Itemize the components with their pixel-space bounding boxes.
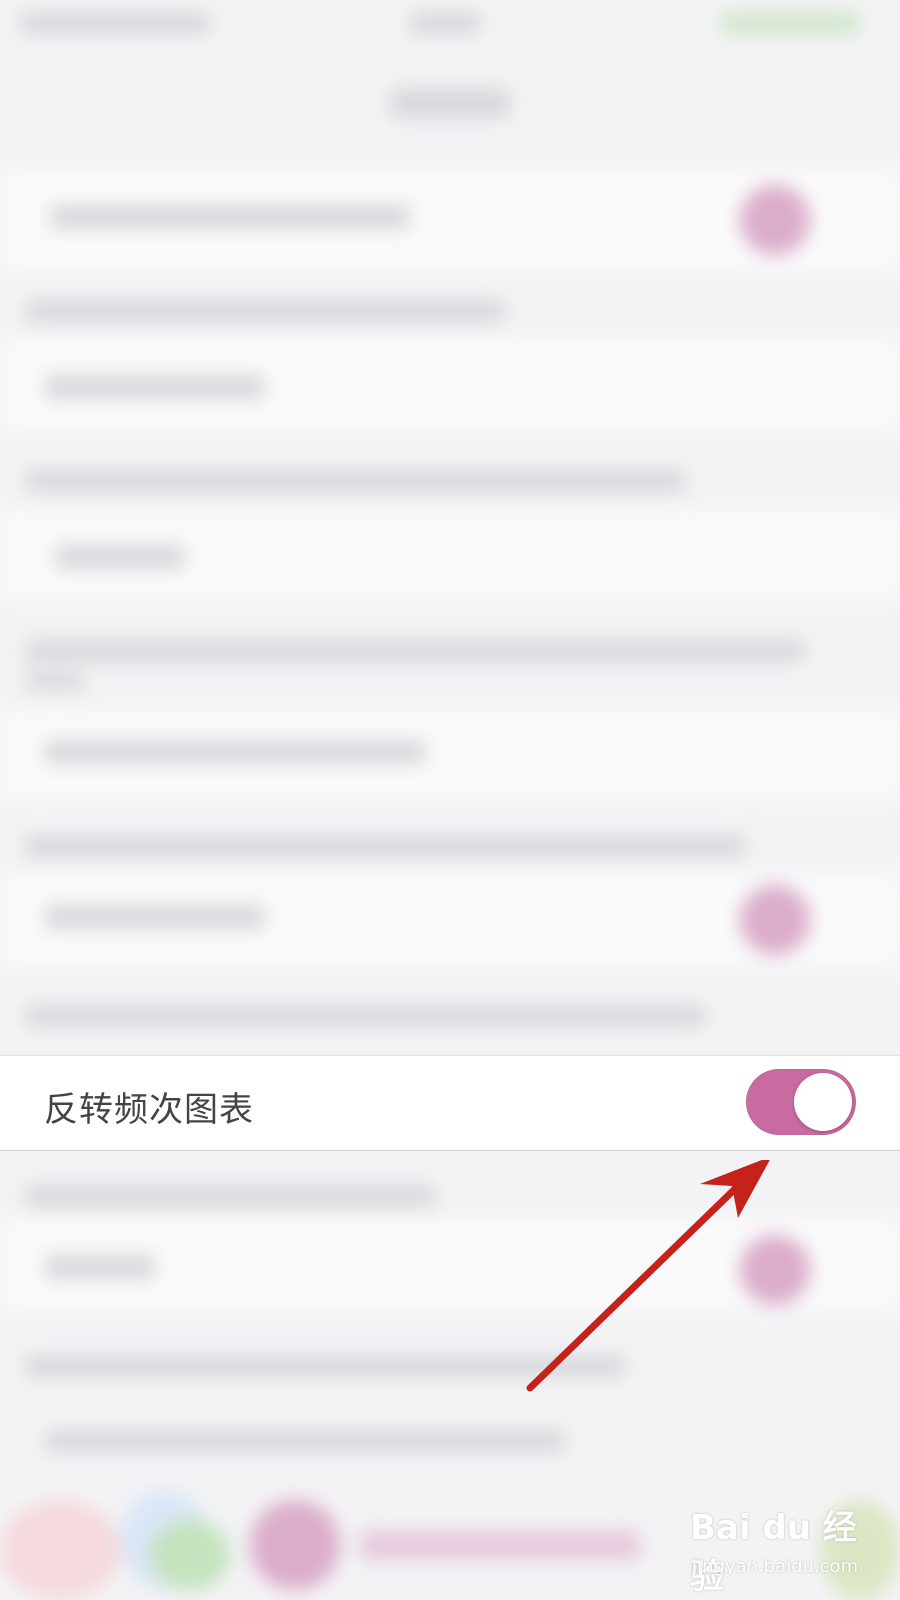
watermark-url: jingyan.baidu.com [692, 1556, 859, 1577]
watermark-brand: Bai du 经验 [690, 1508, 857, 1597]
reverse-frequency-chart-toggle[interactable] [746, 1069, 856, 1135]
annotation-arrow-icon [526, 1160, 770, 1392]
baidu-jingyan-watermark: Bai du 经验 jingyan.baidu.com [690, 1500, 890, 1597]
toggle-knob [794, 1073, 852, 1131]
setting-label: 反转频次图表 [44, 1090, 254, 1130]
reverse-frequency-chart-row: 反转频次图表 [0, 1055, 900, 1151]
